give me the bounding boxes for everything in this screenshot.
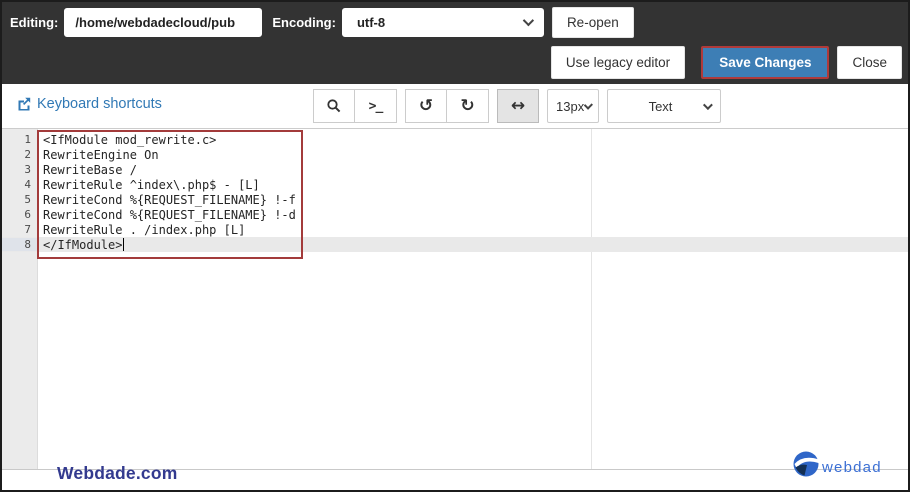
line-text: RewriteRule . /index.php [L] [43, 222, 246, 237]
word-wrap-icon: ↔ [510, 95, 526, 116]
chevron-down-icon [522, 14, 535, 27]
chevron-down-icon [702, 99, 713, 110]
webdade-logo: webdade [790, 447, 890, 488]
search-button[interactable] [313, 89, 355, 123]
line-number: 4 [24, 178, 31, 191]
undo-button[interactable]: ↺ [405, 89, 447, 123]
editing-label: Editing: [10, 14, 59, 30]
line-number: 8 [2, 238, 38, 251]
header-row-actions: Use legacy editor Save Changes Close [550, 46, 902, 79]
close-button[interactable]: Close [837, 46, 902, 79]
font-size-value: 13px [556, 98, 585, 114]
line-text: </IfModule> [43, 237, 123, 252]
line-text: RewriteEngine On [43, 147, 159, 162]
redo-icon: ↻ [460, 95, 475, 116]
chevron-down-icon [583, 100, 594, 110]
header-row-file: Editing: /home/webdadecloud/pub Encoding… [2, 2, 908, 42]
header: Editing: /home/webdadecloud/pub Encoding… [2, 2, 908, 84]
code-line-active[interactable]: 8 </IfModule> [2, 237, 908, 252]
code-line[interactable]: 2 RewriteEngine On [2, 147, 908, 162]
search-icon [326, 98, 342, 114]
line-number: 2 [24, 148, 31, 161]
code-line[interactable]: 4 RewriteRule ^index\.php$ - [L] [2, 177, 908, 192]
code-line[interactable]: 6 RewriteCond %{REQUEST_FILENAME} !-d [2, 207, 908, 222]
line-text: <IfModule mod_rewrite.c> [43, 132, 217, 147]
external-link-icon [17, 97, 31, 111]
save-changes-button[interactable]: Save Changes [701, 46, 830, 79]
text-cursor [122, 238, 125, 251]
line-text: RewriteCond %{REQUEST_FILENAME} !-d [43, 207, 296, 222]
line-number: 7 [24, 223, 31, 236]
code-line[interactable]: 1 <IfModule mod_rewrite.c> [2, 132, 908, 147]
encoding-value: utf-8 [356, 14, 386, 30]
terminal-icon: >_ [368, 98, 384, 114]
terminal-button[interactable]: >_ [355, 89, 397, 123]
line-text: RewriteRule ^index\.php$ - [L] [43, 177, 260, 192]
redo-button[interactable]: ↻ [447, 89, 489, 123]
syntax-mode-value: Text [648, 98, 673, 114]
font-size-select[interactable]: 13px [547, 89, 599, 123]
use-legacy-editor-button[interactable]: Use legacy editor [550, 46, 686, 79]
undo-redo-group: ↺ ↻ [405, 89, 489, 123]
code-line[interactable]: 5 RewriteCond %{REQUEST_FILENAME} !-f [2, 192, 908, 207]
word-wrap-toggle[interactable]: ↔ [497, 89, 539, 123]
syntax-mode-select[interactable]: Text [607, 89, 721, 123]
keyboard-shortcuts-label: Keyboard shortcuts [37, 96, 162, 112]
wrap-group: ↔ [497, 89, 539, 123]
encoding-label: Encoding: [272, 14, 336, 30]
watermark-text: Webdade.com [57, 463, 178, 483]
line-text: RewriteCond %{REQUEST_FILENAME} !-f [43, 192, 296, 207]
line-number: 6 [24, 208, 31, 221]
line-number: 1 [24, 133, 31, 146]
line-number: 3 [24, 163, 31, 176]
keyboard-shortcuts-link[interactable]: Keyboard shortcuts [17, 96, 162, 112]
search-group: >_ [313, 89, 397, 123]
line-number: 5 [24, 193, 31, 206]
reopen-button[interactable]: Re-open [551, 6, 634, 38]
code-line[interactable]: 7 RewriteRule . /index.php [L] [2, 222, 908, 237]
code-editor-surface[interactable]: 1 <IfModule mod_rewrite.c> 2 RewriteEngi… [2, 129, 908, 470]
editor-window: Editing: /home/webdadecloud/pub Encoding… [0, 0, 910, 492]
logo-wordmark: webdade [821, 459, 882, 476]
code-lines: 1 <IfModule mod_rewrite.c> 2 RewriteEngi… [2, 132, 908, 252]
encoding-select[interactable]: utf-8 [341, 7, 544, 37]
file-path-input[interactable]: /home/webdadecloud/pub [64, 7, 263, 37]
editor-toolbar: Keyboard shortcuts >_ ↺ ↻ ↔ 13px Text [2, 84, 908, 129]
line-text: RewriteBase / [43, 162, 137, 177]
undo-icon: ↺ [418, 95, 434, 116]
toolbar-buttons: >_ ↺ ↻ ↔ 13px Text [313, 89, 729, 123]
code-line[interactable]: 3 RewriteBase / [2, 162, 908, 177]
